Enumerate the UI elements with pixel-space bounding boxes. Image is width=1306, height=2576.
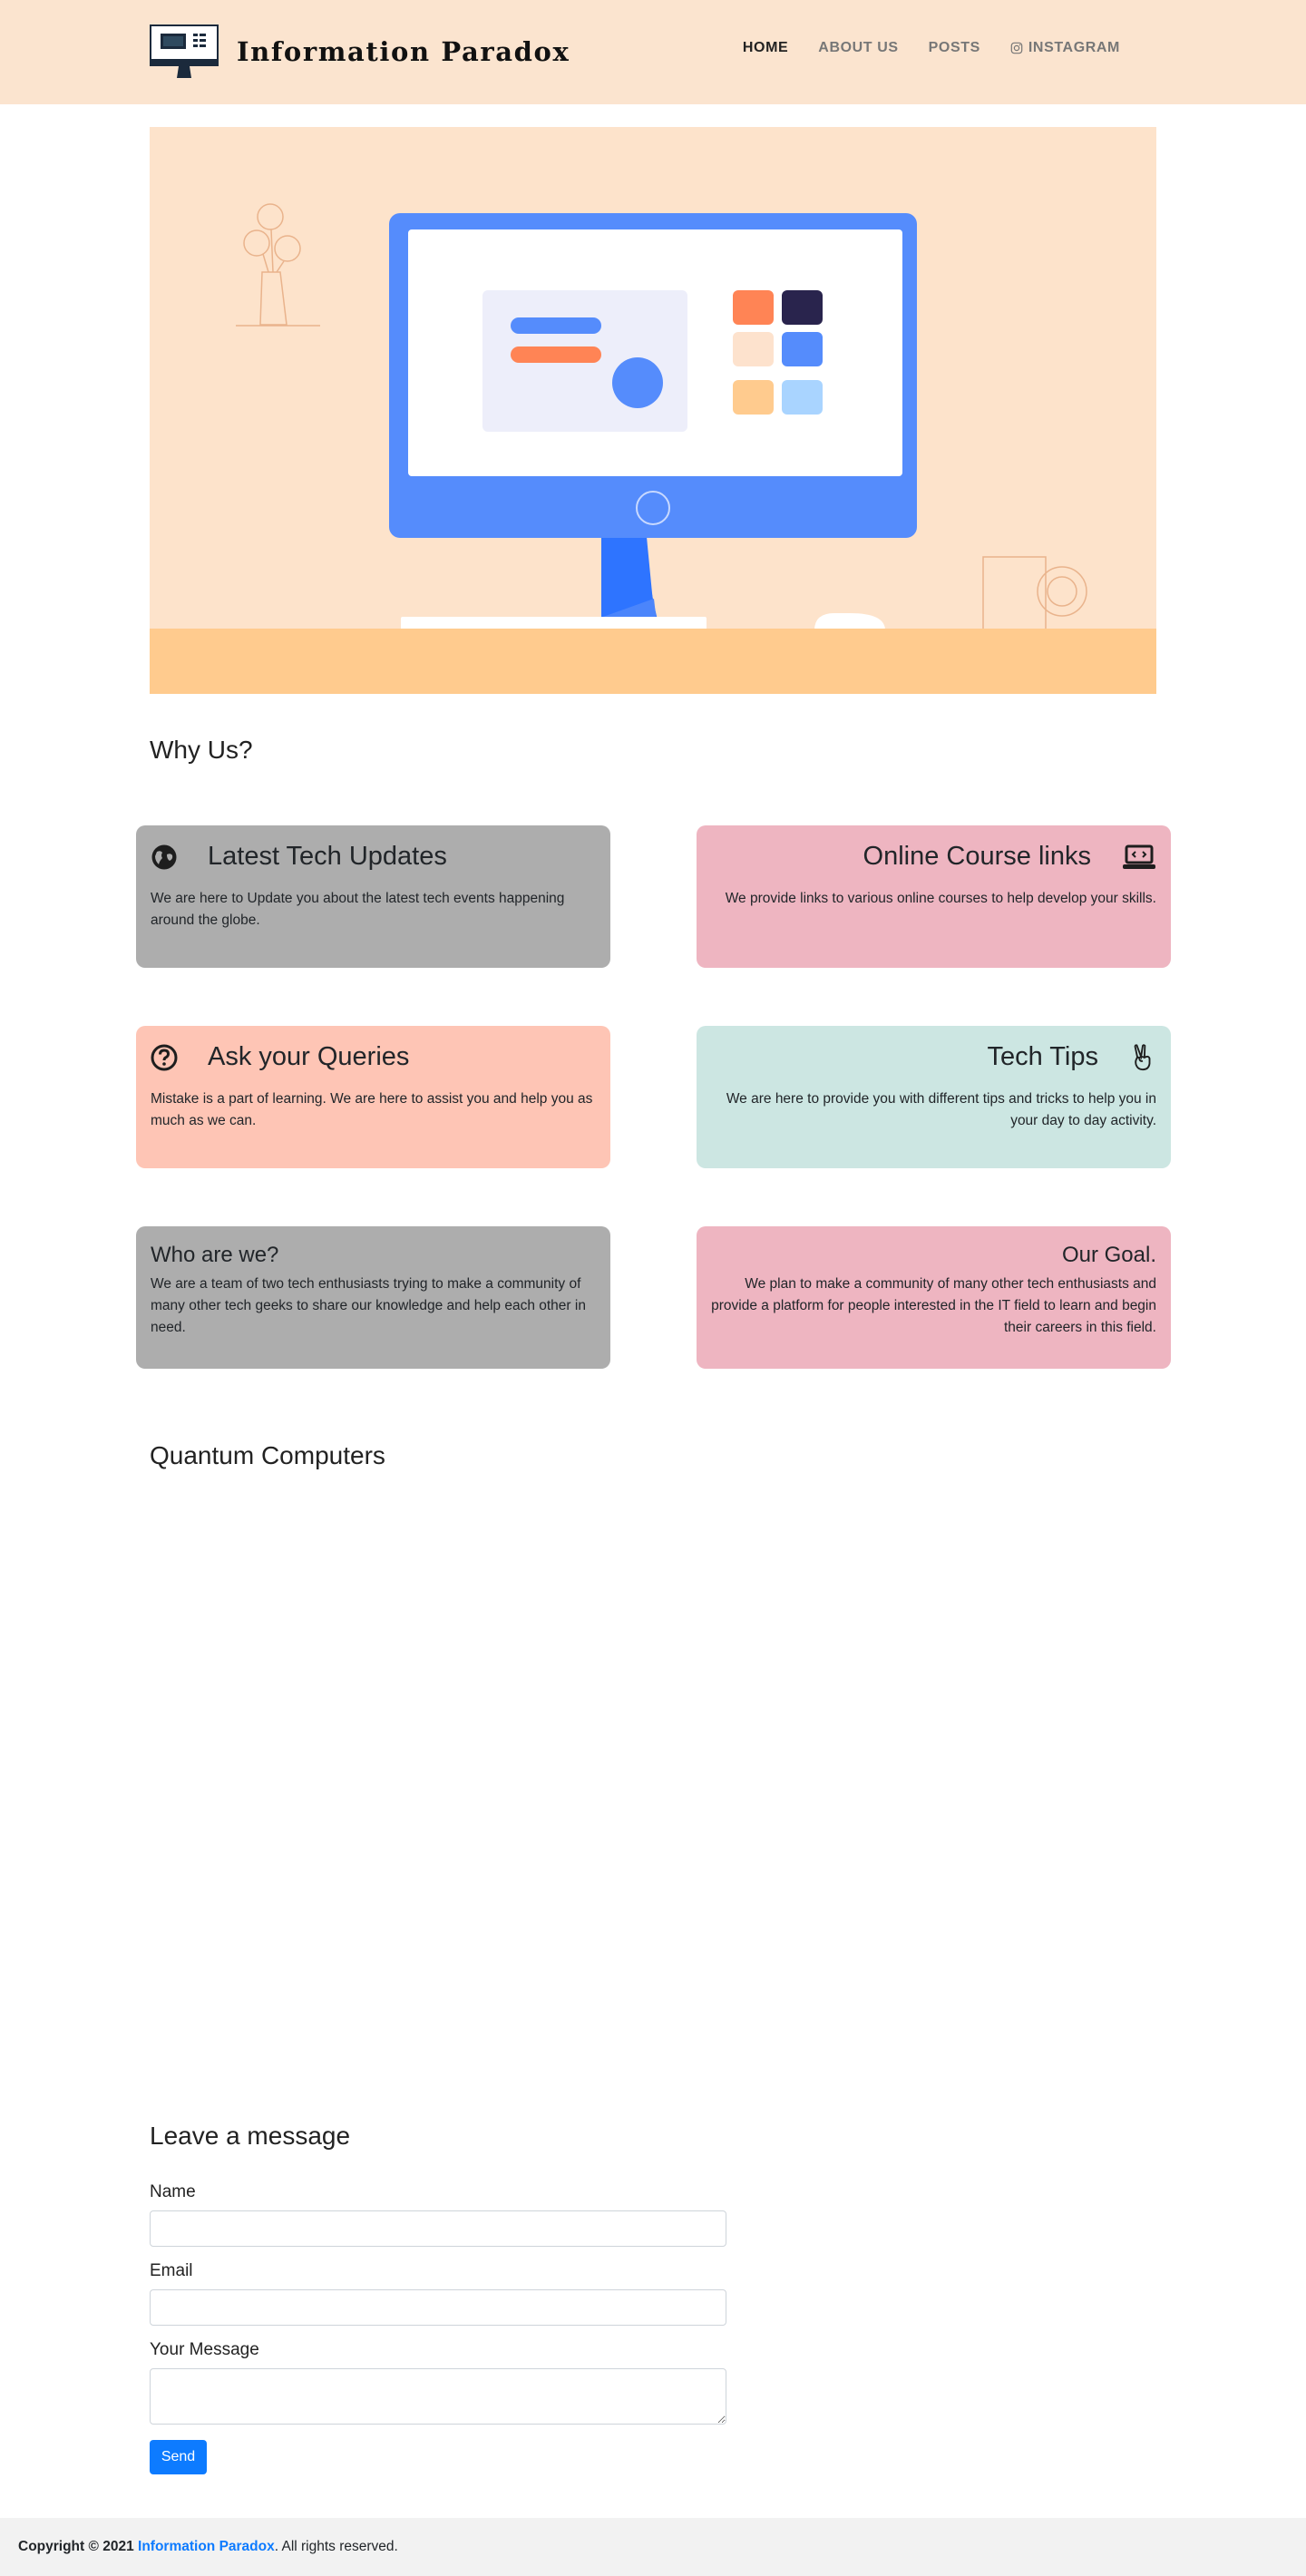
card-title: Who are we? xyxy=(151,1243,279,1267)
monitor-logo-icon xyxy=(150,24,219,78)
site-footer: Copyright © 2021 Information Paradox. Al… xyxy=(0,2518,1306,2576)
nav-instagram[interactable]: INSTAGRAM xyxy=(1010,40,1120,56)
card-title: Our Goal. xyxy=(1061,1243,1156,1267)
footer-copyright: Copyright © 2021 xyxy=(18,2539,134,2554)
card-text: We provide links to various online cours… xyxy=(725,891,1156,906)
quantum-computers-content xyxy=(150,1488,1156,2068)
card-title: Latest Tech Updates xyxy=(208,842,447,871)
card-text: We are a team of two tech enthusiasts tr… xyxy=(151,1276,586,1335)
card-who-are-we: Who are we? We are a team of two tech en… xyxy=(136,1226,610,1369)
main-nav: HOME ABOUT US POSTS INSTAGRAM xyxy=(713,40,1120,56)
nav-home[interactable]: HOME xyxy=(743,40,788,56)
hero-illustration xyxy=(150,127,1156,694)
card-text: Mistake is a part of learning. We are he… xyxy=(151,1091,593,1128)
send-button[interactable]: Send xyxy=(150,2440,207,2474)
card-latest-tech-updates: Latest Tech Updates We are here to Updat… xyxy=(136,825,610,968)
message-field[interactable] xyxy=(150,2368,726,2425)
card-text: We plan to make a community of many othe… xyxy=(711,1276,1156,1335)
nav-instagram-label: INSTAGRAM xyxy=(1028,40,1120,55)
nav-about-us[interactable]: ABOUT US xyxy=(818,40,898,56)
laptop-code-icon xyxy=(1123,844,1155,869)
footer-rights: . All rights reserved. xyxy=(274,2539,398,2554)
card-ask-your-queries: Ask your Queries Mistake is a part of le… xyxy=(136,1026,610,1168)
nav-posts[interactable]: POSTS xyxy=(929,40,980,56)
card-tech-tips: Tech Tips We are here to provide you wit… xyxy=(697,1026,1171,1168)
name-label: Name xyxy=(150,2182,196,2201)
instagram-icon xyxy=(1010,42,1023,54)
card-text: We are here to Update you about the late… xyxy=(151,891,565,928)
why-us-title: Why Us? xyxy=(150,736,253,764)
card-text: We are here to provide you with differen… xyxy=(726,1091,1156,1128)
victory-hand-icon xyxy=(1134,1043,1151,1070)
question-circle-icon xyxy=(151,1044,178,1070)
footer-brand-link[interactable]: Information Paradox xyxy=(138,2539,275,2555)
card-title: Online Course links xyxy=(863,842,1091,871)
message-label: Your Message xyxy=(150,2340,259,2359)
globe-icon xyxy=(151,844,177,869)
brand[interactable]: Information Paradox xyxy=(150,24,570,79)
email-field[interactable] xyxy=(150,2289,726,2326)
card-title: Tech Tips xyxy=(987,1042,1099,1071)
card-online-course-links: Online Course links We provide links to … xyxy=(697,825,1171,968)
site-header: Information Paradox HOME ABOUT US POSTS … xyxy=(0,0,1306,104)
quantum-computers-title: Quantum Computers xyxy=(150,1441,385,1469)
email-label: Email xyxy=(150,2261,193,2280)
card-title: Ask your Queries xyxy=(208,1042,410,1071)
brand-title: Information Paradox xyxy=(237,36,570,67)
name-field[interactable] xyxy=(150,2210,726,2247)
leave-message-title: Leave a message xyxy=(150,2122,351,2150)
card-our-goal: Our Goal. We plan to make a community of… xyxy=(697,1226,1171,1369)
